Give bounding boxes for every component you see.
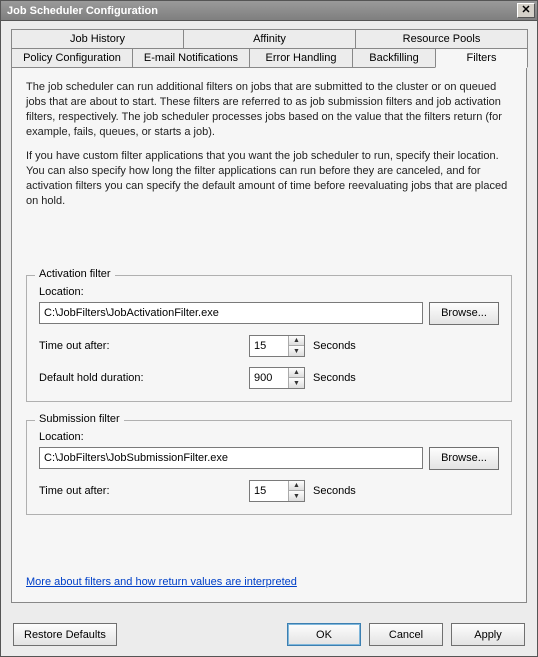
- spin-down-icon[interactable]: ▼: [289, 491, 304, 501]
- more-about-filters-link[interactable]: More about filters and how return values…: [26, 558, 512, 588]
- activation-timeout-spinner[interactable]: ▲ ▼: [249, 335, 305, 357]
- spin-up-icon[interactable]: ▲: [289, 481, 304, 492]
- tab-job-history[interactable]: Job History: [11, 29, 184, 48]
- tabs: Job History Affinity Resource Pools Poli…: [11, 29, 527, 67]
- activation-timeout-label: Time out after:: [39, 340, 249, 352]
- activation-hold-unit: Seconds: [313, 372, 356, 384]
- submission-location-input[interactable]: [39, 447, 423, 469]
- tab-error-handling[interactable]: Error Handling: [249, 48, 353, 67]
- spin-up-icon[interactable]: ▲: [289, 336, 304, 347]
- activation-filter-group: Activation filter Location: Browse... Ti…: [26, 275, 512, 402]
- tab-resource-pools[interactable]: Resource Pools: [355, 29, 528, 48]
- activation-hold-spinner[interactable]: ▲ ▼: [249, 367, 305, 389]
- activation-location-label: Location:: [39, 286, 499, 298]
- content: Job History Affinity Resource Pools Poli…: [1, 21, 537, 613]
- activation-hold-label: Default hold duration:: [39, 372, 249, 384]
- activation-location-input[interactable]: [39, 302, 423, 324]
- restore-defaults-button[interactable]: Restore Defaults: [13, 623, 117, 646]
- tab-affinity[interactable]: Affinity: [183, 29, 356, 48]
- ok-button[interactable]: OK: [287, 623, 361, 646]
- close-icon: ✕: [521, 5, 530, 16]
- submission-location-label: Location:: [39, 431, 499, 443]
- footer: Restore Defaults OK Cancel Apply: [1, 613, 537, 656]
- apply-button[interactable]: Apply: [451, 623, 525, 646]
- activation-hold-input[interactable]: [250, 368, 288, 388]
- activation-group-title: Activation filter: [35, 268, 115, 280]
- activation-timeout-input[interactable]: [250, 336, 288, 356]
- tab-policy-configuration[interactable]: Policy Configuration: [11, 48, 133, 67]
- cancel-button[interactable]: Cancel: [369, 623, 443, 646]
- description-1: The job scheduler can run additional fil…: [26, 80, 512, 139]
- titlebar: Job Scheduler Configuration ✕: [1, 1, 537, 21]
- window: Job Scheduler Configuration ✕ Job Histor…: [0, 0, 538, 657]
- submission-timeout-unit: Seconds: [313, 485, 356, 497]
- submission-filter-group: Submission filter Location: Browse... Ti…: [26, 420, 512, 515]
- submission-browse-button[interactable]: Browse...: [429, 447, 499, 470]
- activation-browse-button[interactable]: Browse...: [429, 302, 499, 325]
- submission-group-title: Submission filter: [35, 413, 124, 425]
- tab-backfilling[interactable]: Backfilling: [352, 48, 436, 67]
- submission-timeout-input[interactable]: [250, 481, 288, 501]
- activation-timeout-unit: Seconds: [313, 340, 356, 352]
- submission-timeout-label: Time out after:: [39, 485, 249, 497]
- description-2: If you have custom filter applications t…: [26, 149, 512, 208]
- tab-email-notifications[interactable]: E-mail Notifications: [132, 48, 250, 67]
- window-title: Job Scheduler Configuration: [7, 5, 158, 17]
- submission-timeout-spinner[interactable]: ▲ ▼: [249, 480, 305, 502]
- spin-down-icon[interactable]: ▼: [289, 378, 304, 388]
- tab-panel-filters: The job scheduler can run additional fil…: [11, 67, 527, 603]
- spin-up-icon[interactable]: ▲: [289, 368, 304, 379]
- close-button[interactable]: ✕: [517, 3, 535, 18]
- tab-filters[interactable]: Filters: [435, 48, 528, 68]
- spin-down-icon[interactable]: ▼: [289, 346, 304, 356]
